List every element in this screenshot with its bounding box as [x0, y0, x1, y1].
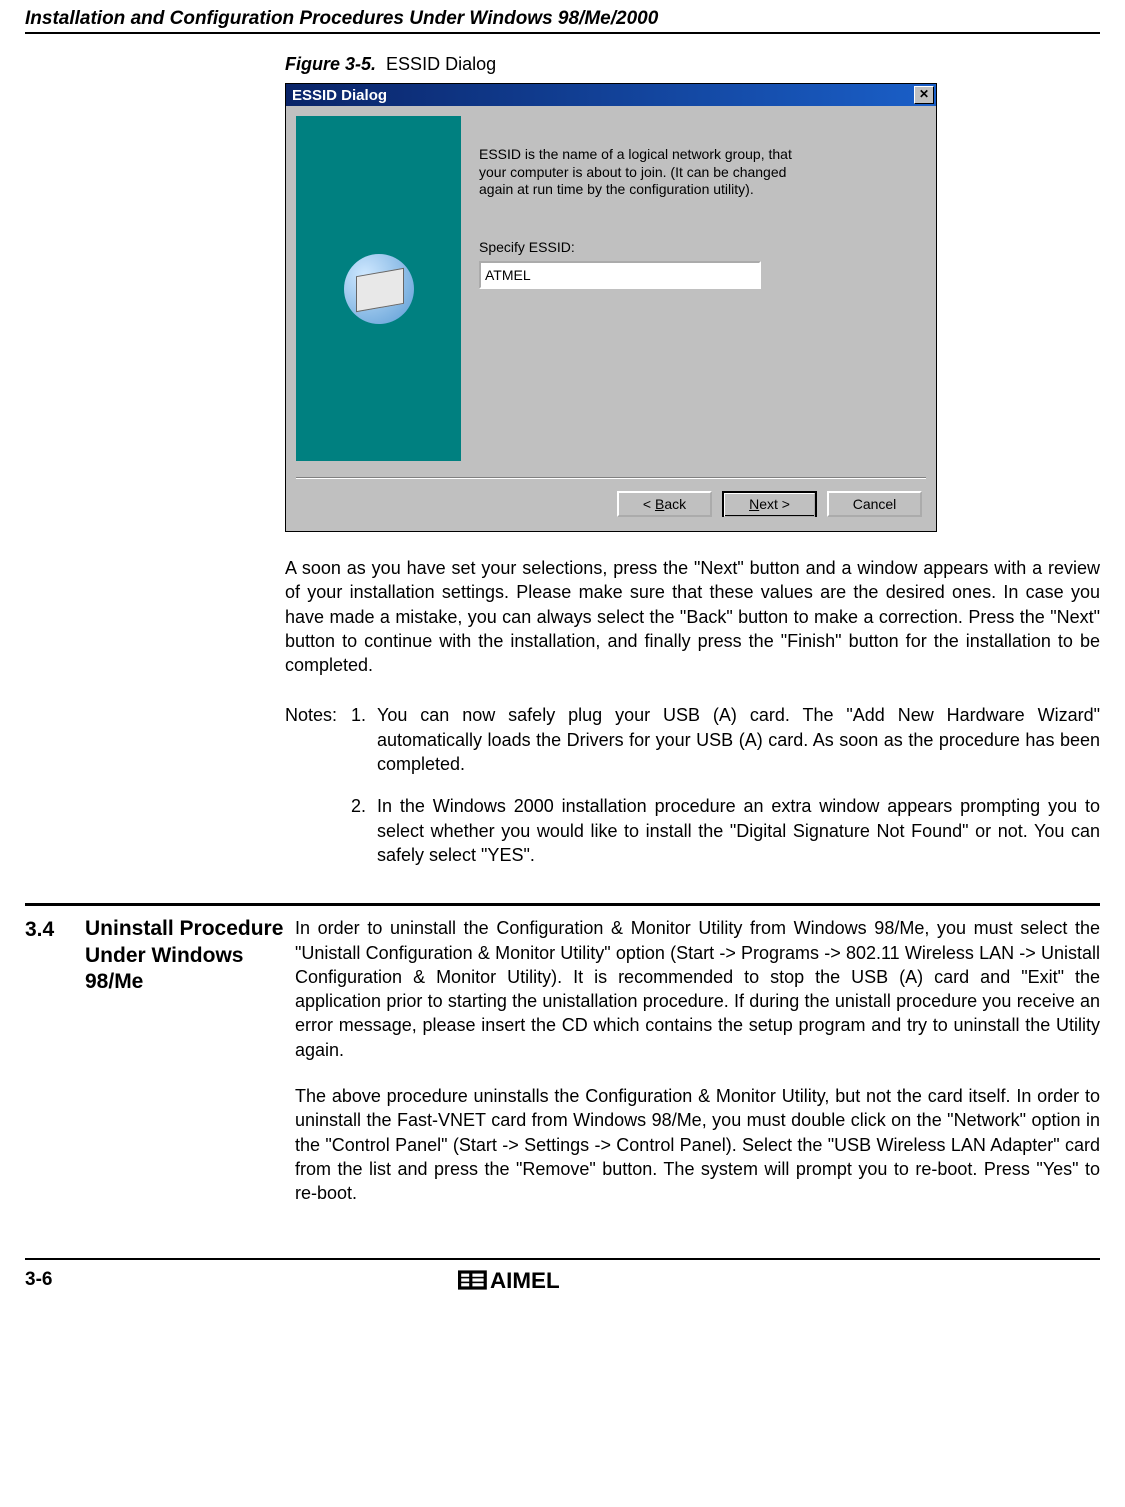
atmel-logo: AIMEL — [52, 1264, 1040, 1296]
running-header: Installation and Configuration Procedure… — [25, 0, 1100, 34]
essid-field-label: Specify ESSID: — [479, 239, 926, 255]
figure-title: ESSID Dialog — [386, 54, 496, 74]
section-3-4: 3.4 Uninstall Procedure Under Windows 98… — [25, 916, 1100, 1227]
install-icon — [344, 254, 414, 324]
notes-label: Notes: — [285, 703, 351, 885]
section-para: The above procedure uninstalls the Confi… — [295, 1084, 1100, 1205]
section-title: Uninstall Procedure Under Windows 98/Me — [85, 916, 295, 1227]
note-item: 1. You can now safely plug your USB (A) … — [351, 703, 1100, 776]
section-number: 3.4 — [25, 916, 85, 1227]
dialog-description: ESSID is the name of a logical network g… — [479, 146, 799, 199]
note-number: 1. — [351, 703, 377, 776]
essid-input[interactable] — [479, 261, 761, 289]
notes-block: Notes: 1. You can now safely plug your U… — [285, 703, 1100, 885]
svg-text:AIMEL: AIMEL — [490, 1268, 560, 1293]
section-para: In order to uninstall the Configuration … — [295, 916, 1100, 1062]
para-after-figure: A soon as you have set your selections, … — [285, 556, 1100, 677]
next-button[interactable]: Next > — [722, 491, 817, 517]
figure-label: Figure 3-5. — [285, 54, 376, 74]
essid-dialog: ESSID Dialog ✕ ESSID is the name of a lo… — [285, 83, 937, 532]
page-number: 3-6 — [25, 1269, 52, 1291]
note-number: 2. — [351, 794, 377, 867]
note-text: You can now safely plug your USB (A) car… — [377, 703, 1100, 776]
cancel-button[interactable]: Cancel — [827, 491, 922, 517]
dialog-titlebar: ESSID Dialog ✕ — [286, 84, 936, 106]
note-item: 2. In the Windows 2000 installation proc… — [351, 794, 1100, 867]
page-footer: 3-6 AIMEL — [25, 1258, 1100, 1296]
back-button[interactable]: < Back — [617, 491, 712, 517]
wizard-banner — [296, 116, 461, 461]
figure-caption: Figure 3-5. ESSID Dialog — [285, 54, 1100, 75]
close-icon[interactable]: ✕ — [914, 86, 934, 104]
section-body: In order to uninstall the Configuration … — [295, 916, 1100, 1227]
note-text: In the Windows 2000 installation procedu… — [377, 794, 1100, 867]
dialog-title: ESSID Dialog — [292, 87, 387, 104]
section-rule — [25, 903, 1100, 906]
